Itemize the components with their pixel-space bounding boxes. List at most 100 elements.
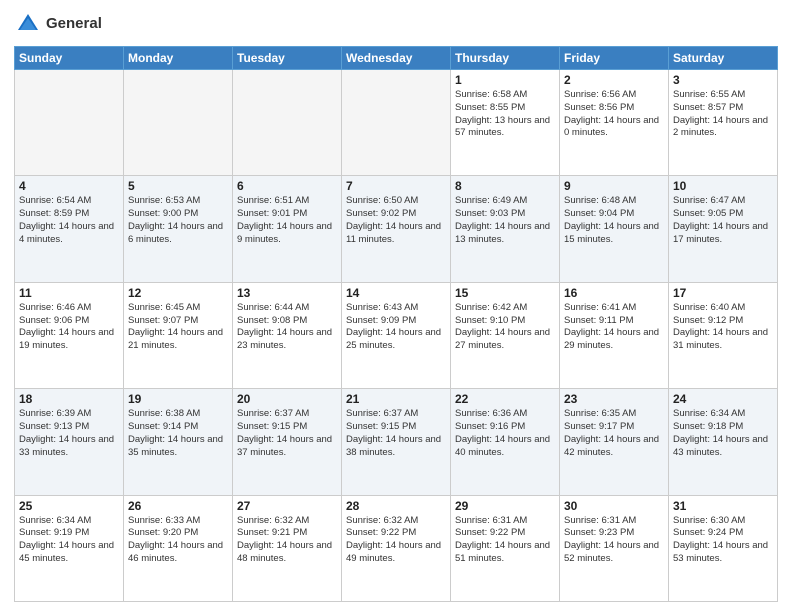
page: General SundayMondayTuesdayWednesdayThur… bbox=[0, 0, 792, 612]
day-info: Sunrise: 6:44 AM Sunset: 9:08 PM Dayligh… bbox=[237, 302, 337, 353]
day-number: 18 bbox=[19, 392, 119, 406]
day-number: 25 bbox=[19, 499, 119, 513]
day-info: Sunrise: 6:32 AM Sunset: 9:21 PM Dayligh… bbox=[237, 515, 337, 566]
day-cell: 21 Sunrise: 6:37 AM Sunset: 9:15 PM Dayli… bbox=[342, 389, 451, 495]
day-cell bbox=[15, 70, 124, 176]
day-cell: 22 Sunrise: 6:36 AM Sunset: 9:16 PM Dayli… bbox=[451, 389, 560, 495]
day-info: Sunrise: 6:49 AM Sunset: 9:03 PM Dayligh… bbox=[455, 195, 555, 246]
weekday-header-tuesday: Tuesday bbox=[233, 47, 342, 70]
day-cell: 3 Sunrise: 6:55 AM Sunset: 8:57 PM Daylig… bbox=[669, 70, 778, 176]
day-number: 28 bbox=[346, 499, 446, 513]
day-cell: 1Sunrise: 6:58 AM Sunset: 8:55 PM Daylig… bbox=[451, 70, 560, 176]
day-cell: 11Sunrise: 6:46 AM Sunset: 9:06 PM Dayli… bbox=[15, 282, 124, 388]
day-cell bbox=[342, 70, 451, 176]
day-number: 3 bbox=[673, 73, 773, 87]
calendar-table: SundayMondayTuesdayWednesdayThursdayFrid… bbox=[14, 46, 778, 602]
day-cell: 29Sunrise: 6:31 AM Sunset: 9:22 PM Dayli… bbox=[451, 495, 560, 601]
day-cell: 10Sunrise: 6:47 AM Sunset: 9:05 PM Dayli… bbox=[669, 176, 778, 282]
day-number: 30 bbox=[564, 499, 664, 513]
header: General bbox=[14, 10, 778, 38]
day-number: 31 bbox=[673, 499, 773, 513]
day-cell: 4 Sunrise: 6:54 AM Sunset: 8:59 PM Daylig… bbox=[15, 176, 124, 282]
day-info: Sunrise: 6:32 AM Sunset: 9:22 PM Dayligh… bbox=[346, 515, 446, 566]
day-info: Sunrise: 6:31 AM Sunset: 9:23 PM Dayligh… bbox=[564, 515, 664, 566]
weekday-header-friday: Friday bbox=[560, 47, 669, 70]
day-info: Sunrise: 6:34 AM Sunset: 9:18 PM Dayligh… bbox=[673, 408, 773, 459]
day-info: Sunrise: 6:45 AM Sunset: 9:07 PM Dayligh… bbox=[128, 302, 228, 353]
day-info: Sunrise: 6:36 AM Sunset: 9:16 PM Dayligh… bbox=[455, 408, 555, 459]
day-number: 12 bbox=[128, 286, 228, 300]
day-cell: 18 Sunrise: 6:39 AM Sunset: 9:13 PM Dayli… bbox=[15, 389, 124, 495]
day-cell: 17 Sunrise: 6:40 AM Sunset: 9:12 PM Dayli… bbox=[669, 282, 778, 388]
weekday-header-wednesday: Wednesday bbox=[342, 47, 451, 70]
day-info: Sunrise: 6:55 AM Sunset: 8:57 PM Dayligh… bbox=[673, 89, 773, 140]
day-info: Sunrise: 6:39 AM Sunset: 9:13 PM Dayligh… bbox=[19, 408, 119, 459]
day-cell: 24 Sunrise: 6:34 AM Sunset: 9:18 PM Dayli… bbox=[669, 389, 778, 495]
day-number: 16 bbox=[564, 286, 664, 300]
day-info: Sunrise: 6:38 AM Sunset: 9:14 PM Dayligh… bbox=[128, 408, 228, 459]
day-info: Sunrise: 6:31 AM Sunset: 9:22 PM Dayligh… bbox=[455, 515, 555, 566]
day-info: Sunrise: 6:34 AM Sunset: 9:19 PM Dayligh… bbox=[19, 515, 119, 566]
day-cell: 26 Sunrise: 6:33 AM Sunset: 9:20 PM Dayli… bbox=[124, 495, 233, 601]
day-cell: 13 Sunrise: 6:44 AM Sunset: 9:08 PM Dayli… bbox=[233, 282, 342, 388]
day-info: Sunrise: 6:43 AM Sunset: 9:09 PM Dayligh… bbox=[346, 302, 446, 353]
logo: General bbox=[14, 10, 102, 38]
day-cell: 2Sunrise: 6:56 AM Sunset: 8:56 PM Daylig… bbox=[560, 70, 669, 176]
week-row-2: 4 Sunrise: 6:54 AM Sunset: 8:59 PM Daylig… bbox=[15, 176, 778, 282]
day-number: 13 bbox=[237, 286, 337, 300]
day-info: Sunrise: 6:37 AM Sunset: 9:15 PM Dayligh… bbox=[346, 408, 446, 459]
day-cell: 23 Sunrise: 6:35 AM Sunset: 9:17 PM Dayli… bbox=[560, 389, 669, 495]
day-cell: 20 Sunrise: 6:37 AM Sunset: 9:15 PM Dayli… bbox=[233, 389, 342, 495]
day-cell: 25 Sunrise: 6:34 AM Sunset: 9:19 PM Dayli… bbox=[15, 495, 124, 601]
day-number: 4 bbox=[19, 179, 119, 193]
weekday-header-sunday: Sunday bbox=[15, 47, 124, 70]
day-number: 5 bbox=[128, 179, 228, 193]
day-number: 27 bbox=[237, 499, 337, 513]
day-number: 14 bbox=[346, 286, 446, 300]
day-cell: 8 Sunrise: 6:49 AM Sunset: 9:03 PM Daylig… bbox=[451, 176, 560, 282]
day-cell: 6Sunrise: 6:51 AM Sunset: 9:01 PM Daylig… bbox=[233, 176, 342, 282]
day-info: Sunrise: 6:41 AM Sunset: 9:11 PM Dayligh… bbox=[564, 302, 664, 353]
day-cell: 19 Sunrise: 6:38 AM Sunset: 9:14 PM Dayli… bbox=[124, 389, 233, 495]
day-info: Sunrise: 6:58 AM Sunset: 8:55 PM Dayligh… bbox=[455, 89, 555, 140]
day-info: Sunrise: 6:48 AM Sunset: 9:04 PM Dayligh… bbox=[564, 195, 664, 246]
day-cell: 30 Sunrise: 6:31 AM Sunset: 9:23 PM Dayli… bbox=[560, 495, 669, 601]
week-row-4: 18 Sunrise: 6:39 AM Sunset: 9:13 PM Dayli… bbox=[15, 389, 778, 495]
day-info: Sunrise: 6:35 AM Sunset: 9:17 PM Dayligh… bbox=[564, 408, 664, 459]
day-info: Sunrise: 6:46 AM Sunset: 9:06 PM Dayligh… bbox=[19, 302, 119, 353]
day-number: 8 bbox=[455, 179, 555, 193]
day-number: 20 bbox=[237, 392, 337, 406]
day-number: 9 bbox=[564, 179, 664, 193]
day-number: 26 bbox=[128, 499, 228, 513]
day-number: 19 bbox=[128, 392, 228, 406]
day-number: 7 bbox=[346, 179, 446, 193]
day-info: Sunrise: 6:50 AM Sunset: 9:02 PM Dayligh… bbox=[346, 195, 446, 246]
day-cell: 15 Sunrise: 6:42 AM Sunset: 9:10 PM Dayli… bbox=[451, 282, 560, 388]
day-info: Sunrise: 6:42 AM Sunset: 9:10 PM Dayligh… bbox=[455, 302, 555, 353]
day-info: Sunrise: 6:54 AM Sunset: 8:59 PM Dayligh… bbox=[19, 195, 119, 246]
day-info: Sunrise: 6:51 AM Sunset: 9:01 PM Dayligh… bbox=[237, 195, 337, 246]
day-number: 15 bbox=[455, 286, 555, 300]
day-info: Sunrise: 6:30 AM Sunset: 9:24 PM Dayligh… bbox=[673, 515, 773, 566]
day-number: 22 bbox=[455, 392, 555, 406]
day-cell bbox=[233, 70, 342, 176]
weekday-header-thursday: Thursday bbox=[451, 47, 560, 70]
day-info: Sunrise: 6:37 AM Sunset: 9:15 PM Dayligh… bbox=[237, 408, 337, 459]
day-cell: 31 Sunrise: 6:30 AM Sunset: 9:24 PM Dayli… bbox=[669, 495, 778, 601]
day-number: 23 bbox=[564, 392, 664, 406]
day-info: Sunrise: 6:47 AM Sunset: 9:05 PM Dayligh… bbox=[673, 195, 773, 246]
logo-general: General bbox=[46, 16, 102, 33]
day-number: 21 bbox=[346, 392, 446, 406]
day-info: Sunrise: 6:56 AM Sunset: 8:56 PM Dayligh… bbox=[564, 89, 664, 140]
day-cell: 7 Sunrise: 6:50 AM Sunset: 9:02 PM Daylig… bbox=[342, 176, 451, 282]
day-cell: 14 Sunrise: 6:43 AM Sunset: 9:09 PM Dayli… bbox=[342, 282, 451, 388]
day-number: 17 bbox=[673, 286, 773, 300]
day-cell: 9 Sunrise: 6:48 AM Sunset: 9:04 PM Daylig… bbox=[560, 176, 669, 282]
weekday-header-saturday: Saturday bbox=[669, 47, 778, 70]
day-info: Sunrise: 6:40 AM Sunset: 9:12 PM Dayligh… bbox=[673, 302, 773, 353]
day-number: 24 bbox=[673, 392, 773, 406]
logo-icon bbox=[14, 10, 42, 38]
day-info: Sunrise: 6:33 AM Sunset: 9:20 PM Dayligh… bbox=[128, 515, 228, 566]
weekday-header-row: SundayMondayTuesdayWednesdayThursdayFrid… bbox=[15, 47, 778, 70]
week-row-5: 25 Sunrise: 6:34 AM Sunset: 9:19 PM Dayli… bbox=[15, 495, 778, 601]
